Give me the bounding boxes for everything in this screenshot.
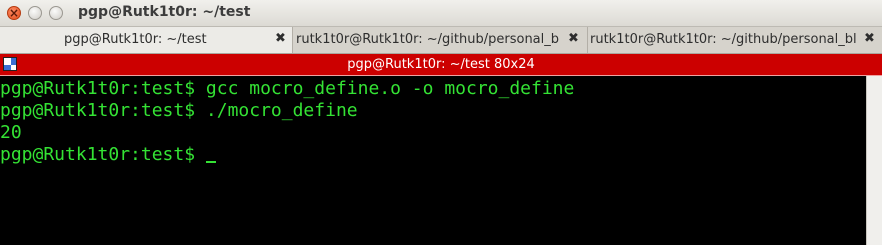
tab-pgp-test[interactable]: pgp@Rutk1t0r: ~/test ✖ <box>0 27 293 53</box>
close-tab-icon[interactable]: ✖ <box>864 31 875 46</box>
terminal-output[interactable]: pgp@Rutk1t0r:test$ gcc mocro_define.o -o… <box>0 76 866 245</box>
terminal-header-title: pgp@Rutk1t0r: ~/test 80x24 <box>347 57 535 72</box>
minimize-icon[interactable] <box>28 6 42 20</box>
terminal-header: pgp@Rutk1t0r: ~/test 80x24 <box>0 54 882 76</box>
tab-label: rutk1t0r@Rutk1t0r: ~/github/personal_blo <box>296 32 559 47</box>
title-bar[interactable]: pgp@Rutk1t0r: ~/test <box>0 0 882 27</box>
maximize-icon[interactable] <box>49 6 63 20</box>
terminal-line: pgp@Rutk1t0r:test$ ./mocro_define <box>0 100 358 121</box>
cursor <box>205 161 216 163</box>
terminal-prompt: pgp@Rutk1t0r:test$ <box>0 144 206 165</box>
tab-personal-blog-2[interactable]: rutk1t0r@Rutk1t0r: ~/github/personal_blo… <box>588 27 882 53</box>
tab-label: rutk1t0r@Rutk1t0r: ~/github/personal_blo <box>590 32 856 47</box>
close-tab-icon[interactable]: ✖ <box>568 31 579 46</box>
terminal-line: 20 <box>0 122 22 143</box>
tab-label: pgp@Rutk1t0r: ~/test <box>64 32 207 47</box>
tab-bar: pgp@Rutk1t0r: ~/test ✖ rutk1t0r@Rutk1t0r… <box>0 27 882 54</box>
scrollbar[interactable] <box>866 76 882 245</box>
close-icon[interactable] <box>7 6 21 20</box>
terminal-prompt-line[interactable]: pgp@Rutk1t0r:test$ <box>0 144 866 166</box>
window-title: pgp@Rutk1t0r: ~/test <box>78 4 251 20</box>
terminal-window: pgp@Rutk1t0r: ~/test pgp@Rutk1t0r: ~/tes… <box>0 0 882 245</box>
terminal-line: pgp@Rutk1t0r:test$ gcc mocro_define.o -o… <box>0 78 575 99</box>
tab-personal-blog-1[interactable]: rutk1t0r@Rutk1t0r: ~/github/personal_blo… <box>293 27 588 53</box>
close-tab-icon[interactable]: ✖ <box>275 31 286 46</box>
